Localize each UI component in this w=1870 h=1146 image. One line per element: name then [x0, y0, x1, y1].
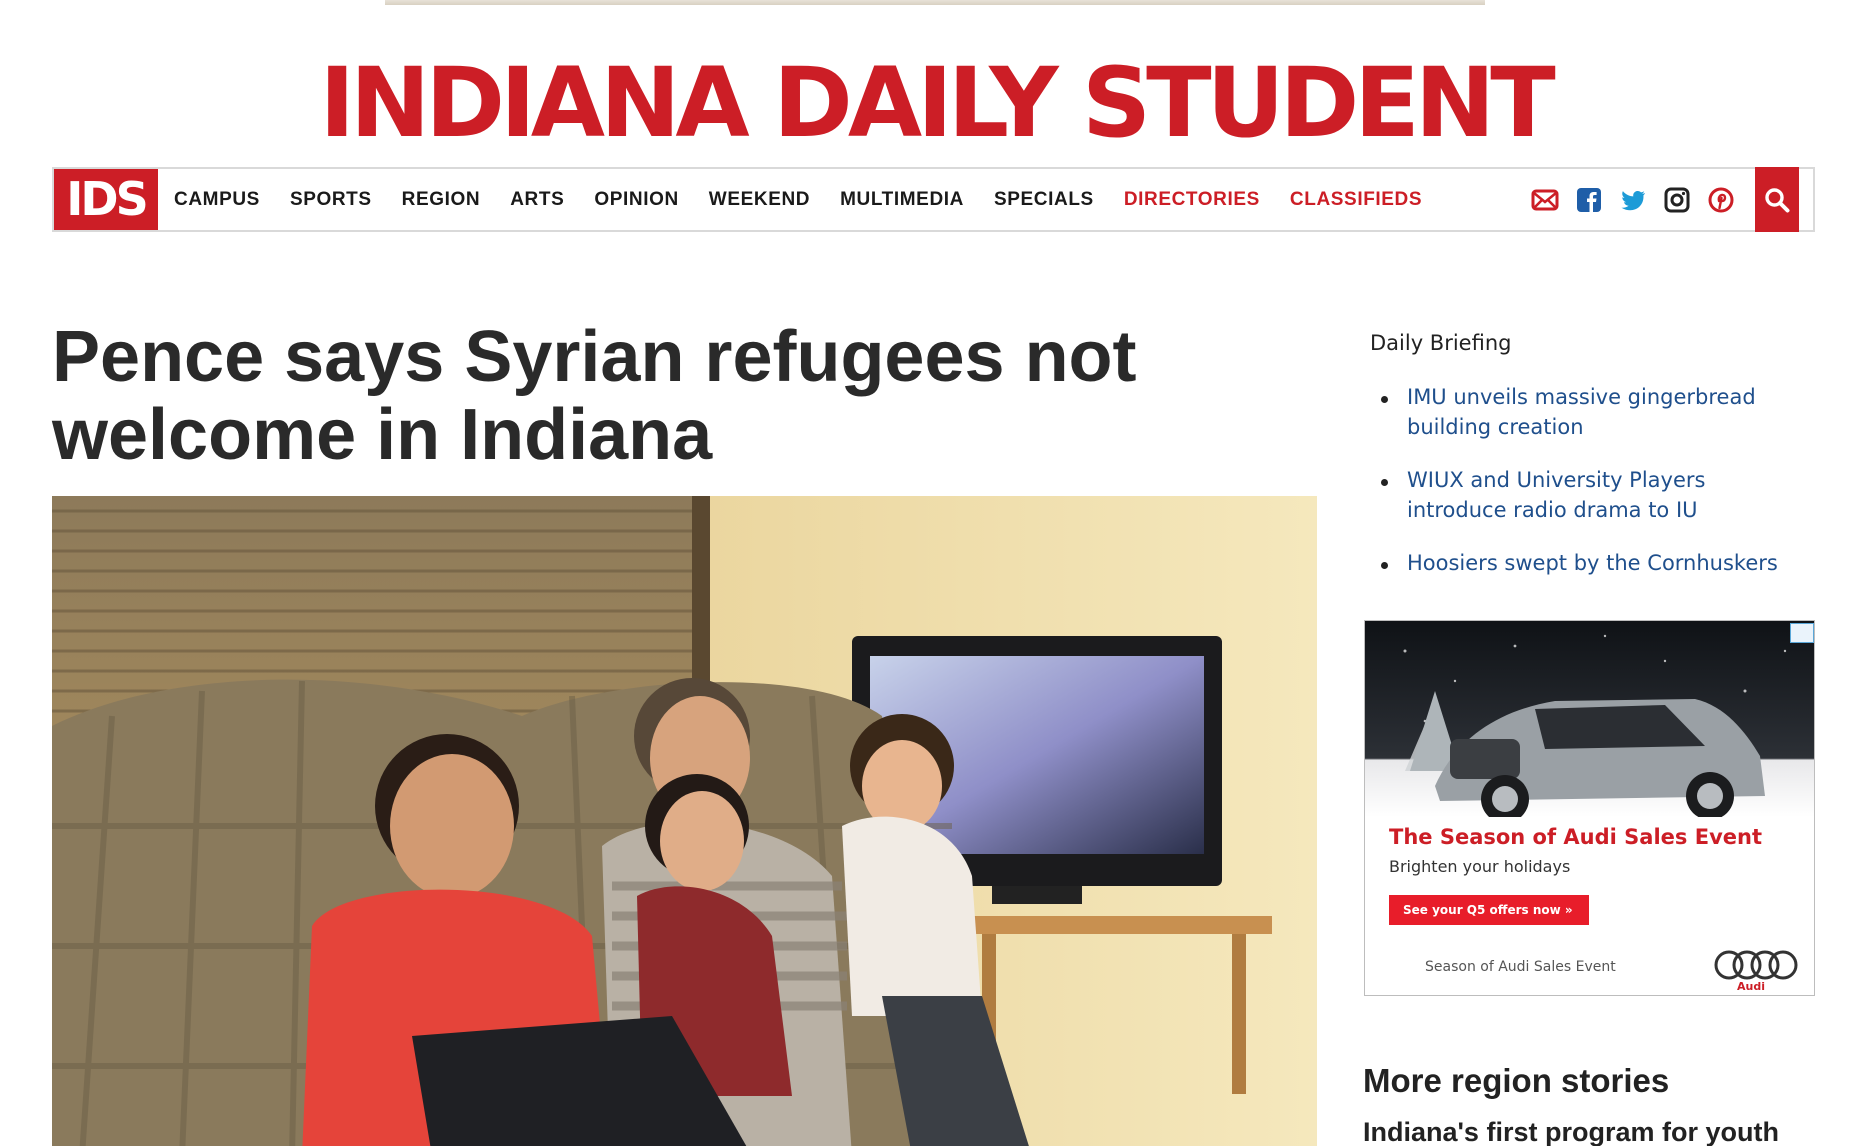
main-navigation: IDS CAMPUS SPORTS REGION ARTS OPINION WE…: [52, 167, 1815, 232]
list-item: IMU unveils massive gingerbread building…: [1381, 382, 1801, 442]
ad-subline: Brighten your holidays: [1389, 857, 1571, 876]
nav-item-opinion[interactable]: OPINION: [594, 189, 678, 211]
list-item: WIUX and University Players introduce ra…: [1381, 465, 1801, 525]
nav-item-region[interactable]: REGION: [402, 189, 481, 211]
ad-footer-text: Season of Audi Sales Event: [1425, 959, 1616, 975]
article-photo: [52, 496, 1317, 1146]
masthead-title[interactable]: INDIANA DAILY STUDENT: [0, 48, 1870, 158]
audi-advertisement[interactable]: The Season of Audi Sales Event Brighten …: [1364, 620, 1815, 996]
nav-items: CAMPUS SPORTS REGION ARTS OPINION WEEKEN…: [174, 169, 1452, 230]
facebook-icon[interactable]: [1575, 186, 1603, 214]
briefing-link[interactable]: Hoosiers swept by the Cornhuskers: [1407, 551, 1778, 575]
nav-item-sports[interactable]: SPORTS: [290, 189, 372, 211]
briefing-link[interactable]: WIUX and University Players introduce ra…: [1407, 468, 1705, 522]
twitter-icon[interactable]: [1619, 186, 1647, 214]
ad-cta-button[interactable]: See your Q5 offers now »: [1389, 895, 1589, 925]
ad-headline: The Season of Audi Sales Event: [1389, 825, 1762, 849]
ids-logo[interactable]: IDS: [54, 169, 158, 230]
daily-briefing-title: Daily Briefing: [1370, 331, 1512, 355]
more-region-stories-title: More region stories: [1363, 1062, 1670, 1099]
briefing-link[interactable]: IMU unveils massive gingerbread building…: [1407, 385, 1756, 439]
nav-item-campus[interactable]: CAMPUS: [174, 189, 260, 211]
daily-briefing-list: IMU unveils massive gingerbread building…: [1381, 382, 1801, 601]
list-item: Hoosiers swept by the Cornhuskers: [1381, 548, 1801, 578]
search-icon: [1765, 187, 1790, 212]
nav-item-specials[interactable]: SPECIALS: [994, 189, 1094, 211]
nav-item-arts[interactable]: ARTS: [510, 189, 564, 211]
ad-car-image: [1365, 621, 1814, 823]
search-button[interactable]: [1755, 167, 1799, 232]
nav-item-weekend[interactable]: WEEKEND: [709, 189, 810, 211]
nav-item-multimedia[interactable]: MULTIMEDIA: [840, 189, 964, 211]
ad-brand-label: Audi: [1737, 980, 1765, 993]
audi-logo: Audi: [1714, 950, 1798, 993]
email-icon[interactable]: [1531, 186, 1559, 214]
social-links: [1531, 169, 1735, 230]
nav-item-directories[interactable]: DIRECTORIES: [1124, 189, 1260, 211]
top-ad-strip: [385, 0, 1485, 5]
nav-item-classifieds[interactable]: CLASSIFIEDS: [1290, 189, 1422, 211]
ad-choices-icon[interactable]: [1790, 623, 1814, 643]
pinterest-icon[interactable]: [1707, 186, 1735, 214]
car-illustration: [1403, 634, 1787, 823]
family-photo-illustration: [52, 496, 1317, 1146]
article-headline: Pence says Syrian refugees not welcome i…: [52, 317, 1137, 475]
instagram-icon[interactable]: [1663, 186, 1691, 214]
more-story-link[interactable]: Indiana's first program for youth: [1363, 1116, 1823, 1146]
